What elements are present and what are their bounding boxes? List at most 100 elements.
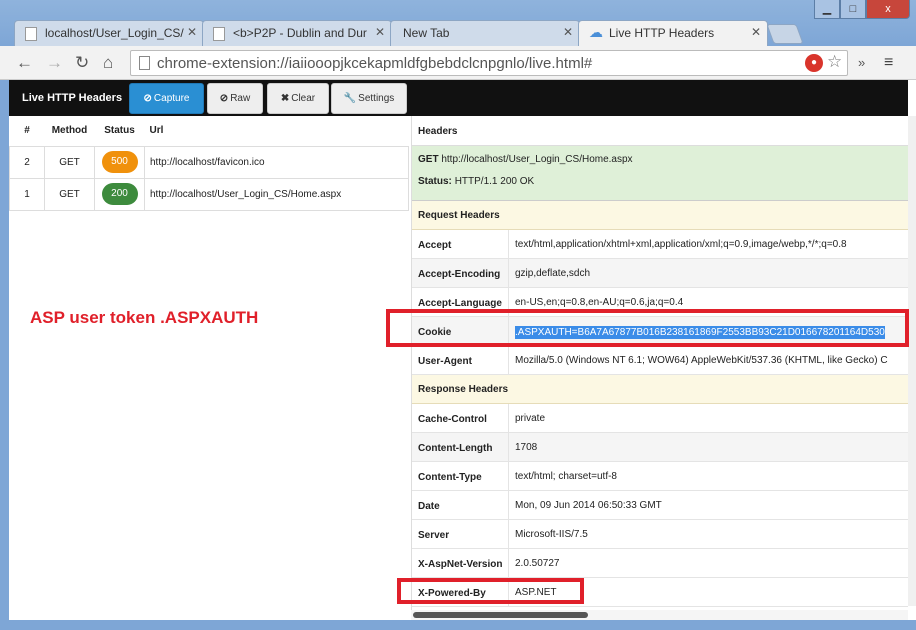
header-row-date[interactable]: Date Mon, 09 Jun 2014 06:50:33 GMT bbox=[412, 491, 908, 520]
header-name: X-AspNet-Version bbox=[418, 559, 503, 570]
window-close-button[interactable]: x bbox=[866, 0, 910, 19]
divider bbox=[508, 520, 509, 549]
row-status: 200 bbox=[94, 177, 145, 211]
request-headers-section: Request Headers bbox=[412, 201, 908, 230]
request-summary: GET http://localhost/User_Login_CS/Home.… bbox=[412, 146, 908, 201]
window-titlebar: localhost/User_Login_CS/ ✕ <b>P2P - Dubl… bbox=[0, 0, 916, 46]
browser-tab-live-headers[interactable]: ☁ Live HTTP Headers ✕ bbox=[578, 20, 768, 46]
header-value: Microsoft-IIS/7.5 bbox=[515, 529, 588, 540]
bookmark-star-icon[interactable]: ☆ bbox=[827, 52, 842, 72]
wrench-icon: 🔧 bbox=[343, 93, 357, 104]
header-value: text/html; charset=utf-8 bbox=[515, 471, 617, 482]
header-value: private bbox=[515, 413, 546, 424]
window-frame bbox=[0, 620, 916, 630]
tab-label: localhost/User_Login_CS/ bbox=[45, 26, 184, 40]
header-value: Mon, 09 Jun 2014 06:50:33 GMT bbox=[515, 500, 662, 511]
capture-button[interactable]: ⊘ Capture bbox=[129, 83, 204, 114]
column-header[interactable]: Status bbox=[94, 116, 145, 147]
header-row-x-aspnet-version[interactable]: X-AspNet-Version 2.0.50727 bbox=[412, 549, 908, 578]
page-icon bbox=[139, 56, 150, 70]
status-value: HTTP/1.1 200 OK bbox=[454, 176, 535, 187]
row-number: 2 bbox=[9, 145, 45, 179]
header-row-accept[interactable]: Accept text/html,application/xhtml+xml,ap… bbox=[412, 230, 908, 259]
clear-button[interactable]: ✖ Clear bbox=[267, 83, 329, 114]
capture-label: Capture bbox=[153, 93, 190, 104]
header-row-user-agent[interactable]: User-Agent Mozilla/5.0 (Windows NT 6.1; W… bbox=[412, 346, 908, 375]
header-name: Date bbox=[418, 501, 440, 512]
row-url: http://localhost/favicon.ico bbox=[144, 145, 409, 179]
status-label: Status: bbox=[418, 176, 452, 187]
header-value: 2.0.50727 bbox=[515, 558, 560, 569]
tab-close-icon[interactable]: ✕ bbox=[187, 25, 197, 39]
minimize-button[interactable]: ▁ bbox=[814, 0, 840, 19]
requests-table: # Method Status Url 2 GET 500 http://loc… bbox=[9, 116, 409, 211]
settings-button[interactable]: 🔧 Settings bbox=[331, 83, 407, 114]
header-row-cache-control[interactable]: Cache-Control private bbox=[412, 404, 908, 433]
header-name: Server bbox=[418, 530, 450, 541]
header-name: Accept-Language bbox=[418, 298, 502, 309]
divider bbox=[508, 230, 509, 259]
tab-label: <b>P2P - Dublin and Dur bbox=[233, 26, 367, 40]
column-header[interactable]: Method bbox=[44, 116, 95, 147]
browser-tab-login[interactable]: localhost/User_Login_CS/ ✕ bbox=[14, 20, 204, 46]
header-name: Accept bbox=[418, 240, 452, 251]
microphone-icon[interactable]: ● bbox=[805, 54, 823, 72]
page-icon bbox=[213, 27, 225, 41]
divider bbox=[508, 259, 509, 288]
address-bar[interactable]: chrome-extension://iaiiooopjkcekapmldfgb… bbox=[130, 50, 848, 76]
header-name: Accept-Encoding bbox=[418, 269, 501, 280]
address-text: chrome-extension://iaiiooopjkcekapmldfgb… bbox=[157, 55, 593, 72]
tab-label: New Tab bbox=[403, 26, 450, 40]
header-row-content-type[interactable]: Content-Type text/html; charset=utf-8 bbox=[412, 462, 908, 491]
divider bbox=[508, 491, 509, 520]
header-value: 1708 bbox=[515, 442, 538, 453]
new-tab-button[interactable] bbox=[766, 24, 804, 44]
raw-label: Raw bbox=[230, 93, 251, 104]
page-icon bbox=[25, 27, 37, 41]
column-header[interactable]: Url bbox=[144, 116, 409, 147]
check-circle-icon: ⊘ bbox=[143, 93, 152, 104]
header-row-content-length[interactable]: Content-Length 1708 bbox=[412, 433, 908, 462]
header-name: Cache-Control bbox=[418, 414, 487, 425]
header-name: Content-Type bbox=[418, 472, 482, 483]
response-headers-section: Response Headers bbox=[412, 375, 908, 404]
app-navbar: Live HTTP Headers ⊘ Capture ⊘ Raw ✖ Clear 🔧… bbox=[9, 80, 908, 116]
vertical-scrollbar[interactable] bbox=[908, 116, 916, 606]
raw-button[interactable]: ⊘ Raw bbox=[207, 83, 263, 114]
tab-close-icon[interactable]: ✕ bbox=[751, 25, 761, 39]
maximize-button[interactable]: □ bbox=[840, 0, 866, 19]
browser-tab-newtab[interactable]: New Tab ✕ bbox=[390, 20, 580, 46]
scrollbar-thumb[interactable] bbox=[413, 612, 588, 618]
requests-panel: # Method Status Url 2 GET 500 http://loc… bbox=[9, 116, 409, 211]
row-method: GET bbox=[44, 177, 95, 211]
header-row-accept-encoding[interactable]: Accept-Encoding gzip,deflate,sdch bbox=[412, 259, 908, 288]
horizontal-scrollbar[interactable] bbox=[411, 610, 908, 620]
divider bbox=[508, 462, 509, 491]
tab-close-icon[interactable]: ✕ bbox=[563, 25, 573, 39]
reload-icon[interactable]: ↻ bbox=[75, 53, 89, 73]
clear-label: Clear bbox=[291, 93, 316, 104]
header-value: Mozilla/5.0 (Windows NT 6.1; WOW64) Appl… bbox=[515, 355, 888, 366]
tab-close-icon[interactable]: ✕ bbox=[375, 25, 385, 39]
header-row-server[interactable]: Server Microsoft-IIS/7.5 bbox=[412, 520, 908, 549]
forward-arrow-icon[interactable]: → bbox=[46, 53, 63, 73]
divider bbox=[508, 346, 509, 375]
x-icon: ✖ bbox=[280, 93, 290, 104]
request-method: GET bbox=[418, 154, 439, 165]
header-value: en-US,en;q=0.8,en-AU;q=0.6,ja;q=0.4 bbox=[515, 297, 684, 308]
browser-tab-p2p[interactable]: <b>P2P - Dublin and Dur ✕ bbox=[202, 20, 392, 46]
header-value: gzip,deflate,sdch bbox=[515, 268, 591, 279]
column-header[interactable]: # bbox=[9, 116, 45, 147]
headers-title: Headers bbox=[412, 116, 908, 146]
headers-panel: Headers GET http://localhost/User_Login_… bbox=[411, 116, 908, 610]
home-icon[interactable]: ⌂ bbox=[103, 53, 113, 73]
back-arrow-icon[interactable]: ← bbox=[16, 53, 33, 73]
row-method: GET bbox=[44, 145, 95, 179]
table-row[interactable]: 2 GET 500 http://localhost/favicon.ico bbox=[9, 145, 409, 179]
menu-icon[interactable]: ≡ bbox=[884, 54, 893, 72]
request-url: http://localhost/User_Login_CS/Home.aspx bbox=[441, 154, 633, 165]
table-row[interactable]: 1 GET 200 http://localhost/User_Login_CS… bbox=[9, 177, 409, 211]
cookie-highlight-box bbox=[386, 309, 909, 347]
extensions-chevron-icon[interactable]: » bbox=[858, 55, 865, 70]
status-badge: 200 bbox=[101, 183, 138, 205]
